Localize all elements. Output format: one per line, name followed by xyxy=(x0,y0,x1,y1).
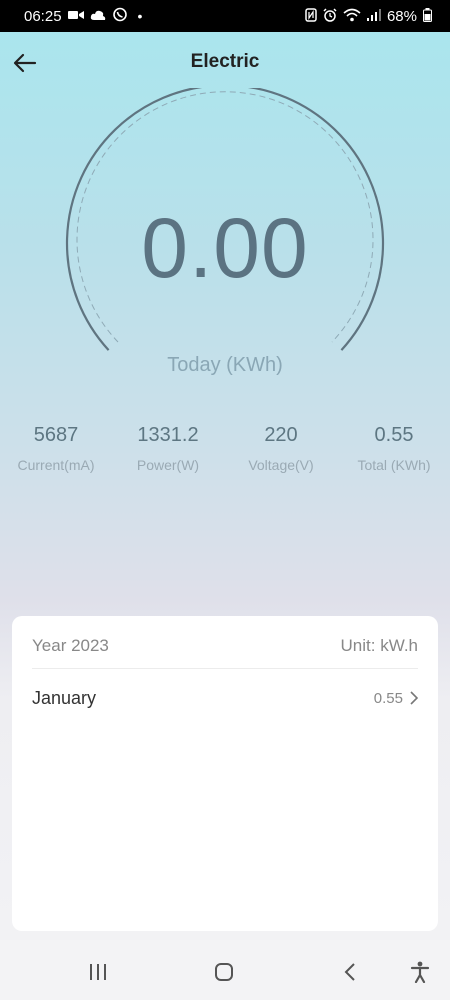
metric-label: Current(mA) xyxy=(17,457,95,473)
system-back-button[interactable] xyxy=(332,954,368,990)
chevron-right-icon xyxy=(410,691,418,705)
month-value: 0.55 xyxy=(373,689,403,707)
metric-total: 0.55 Total (KWh) xyxy=(338,424,450,473)
system-nav-bar xyxy=(0,940,450,1000)
battery-percent: 68% xyxy=(386,7,417,25)
battery-icon xyxy=(423,8,432,24)
alarm-icon xyxy=(323,8,337,24)
recent-apps-icon xyxy=(90,964,106,980)
accessibility-icon xyxy=(410,961,430,983)
signal-icon xyxy=(366,9,381,23)
list-item-month[interactable]: January 0.55 xyxy=(32,684,418,712)
metric-value: 5687 xyxy=(33,424,79,446)
today-energy-value: 0.00 xyxy=(141,201,309,295)
metric-label: Total (KWh) xyxy=(357,457,431,473)
history-card-header: Year 2023 Unit: kW.h xyxy=(32,636,418,669)
metric-label: Power(W) xyxy=(136,457,200,473)
metric-value: 220 xyxy=(264,424,298,446)
today-energy-caption: Today (KWh) xyxy=(167,354,283,376)
accessibility-button[interactable] xyxy=(402,954,438,990)
notification-dot-icon: • xyxy=(137,8,143,24)
metrics-row: 5687 Current(mA) 1331.2 Power(W) 220 Vol… xyxy=(0,424,450,484)
recent-apps-button[interactable] xyxy=(80,954,116,990)
month-value-group: 0.55 xyxy=(374,690,418,707)
viber-icon xyxy=(112,7,128,25)
status-right: 68% xyxy=(305,8,432,25)
chevron-left-icon xyxy=(344,963,355,981)
metric-label: Voltage(V) xyxy=(248,457,314,473)
metric-value: 1331.2 xyxy=(137,424,199,446)
home-icon xyxy=(215,963,233,981)
page-title: Electric xyxy=(190,51,260,72)
nfc-icon xyxy=(305,8,317,24)
history-card: Year 2023 Unit: kW.h January 0.55 xyxy=(12,616,438,931)
app-header: Electric xyxy=(0,32,450,92)
status-time: 06:25 xyxy=(24,7,62,25)
metric-current: 5687 Current(mA) xyxy=(0,424,112,473)
metric-power: 1331.2 Power(W) xyxy=(112,424,224,473)
home-button[interactable] xyxy=(206,954,242,990)
cloud-icon xyxy=(90,9,106,23)
metric-voltage: 220 Voltage(V) xyxy=(225,424,337,473)
status-left: 06:25 • xyxy=(24,7,142,25)
unit-label: Unit: kW.h xyxy=(340,636,418,655)
video-icon xyxy=(67,9,84,23)
year-label: Year 2023 xyxy=(32,636,109,655)
metric-value: 0.55 xyxy=(374,424,414,446)
month-name: January xyxy=(32,687,97,708)
wifi-icon xyxy=(343,8,361,24)
status-bar: 06:25 • 68% xyxy=(0,0,450,32)
